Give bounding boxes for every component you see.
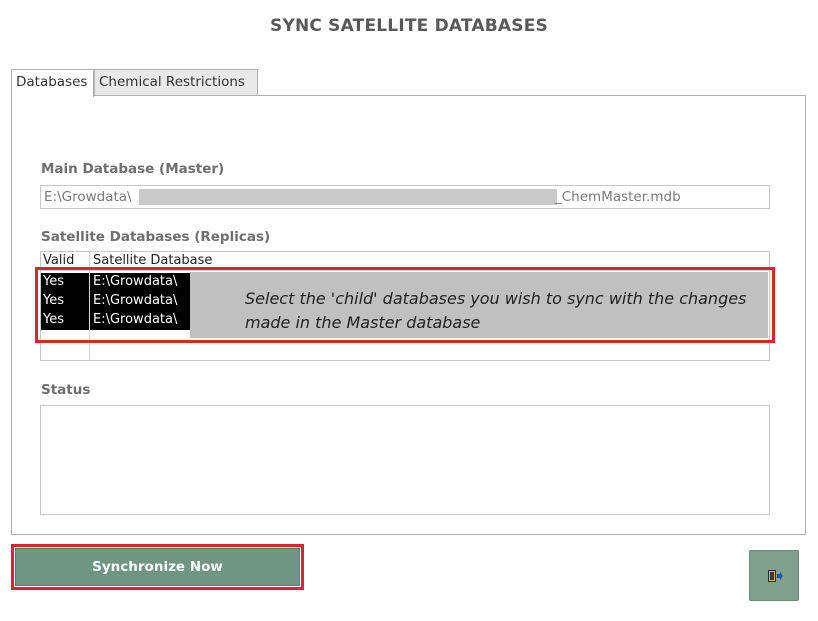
- status-textbox[interactable]: [40, 405, 770, 515]
- tab-chemical-restrictions[interactable]: Chemical Restrictions: [94, 69, 258, 96]
- tab-databases[interactable]: Databases: [11, 69, 94, 97]
- status-label: Status: [41, 382, 91, 398]
- master-path-suffix: _ChemMaster.mdb: [555, 189, 681, 205]
- main-database-label: Main Database (Master): [41, 161, 225, 177]
- synchronize-now-button[interactable]: Synchronize Now: [15, 548, 300, 586]
- exit-button[interactable]: [749, 550, 799, 601]
- master-path-prefix: E:\Growdata\: [44, 189, 132, 205]
- redacted-path-segment: [139, 189, 557, 205]
- exit-door-icon: [768, 570, 783, 582]
- satellite-databases-label: Satellite Databases (Replicas): [41, 229, 271, 245]
- page-title: SYNC SATELLITE DATABASES: [270, 16, 548, 36]
- master-database-field[interactable]: E:\Growdata\ _ChemMaster.mdb: [40, 185, 770, 209]
- callout-annotation: Select the 'child' databases you wish to…: [245, 289, 747, 332]
